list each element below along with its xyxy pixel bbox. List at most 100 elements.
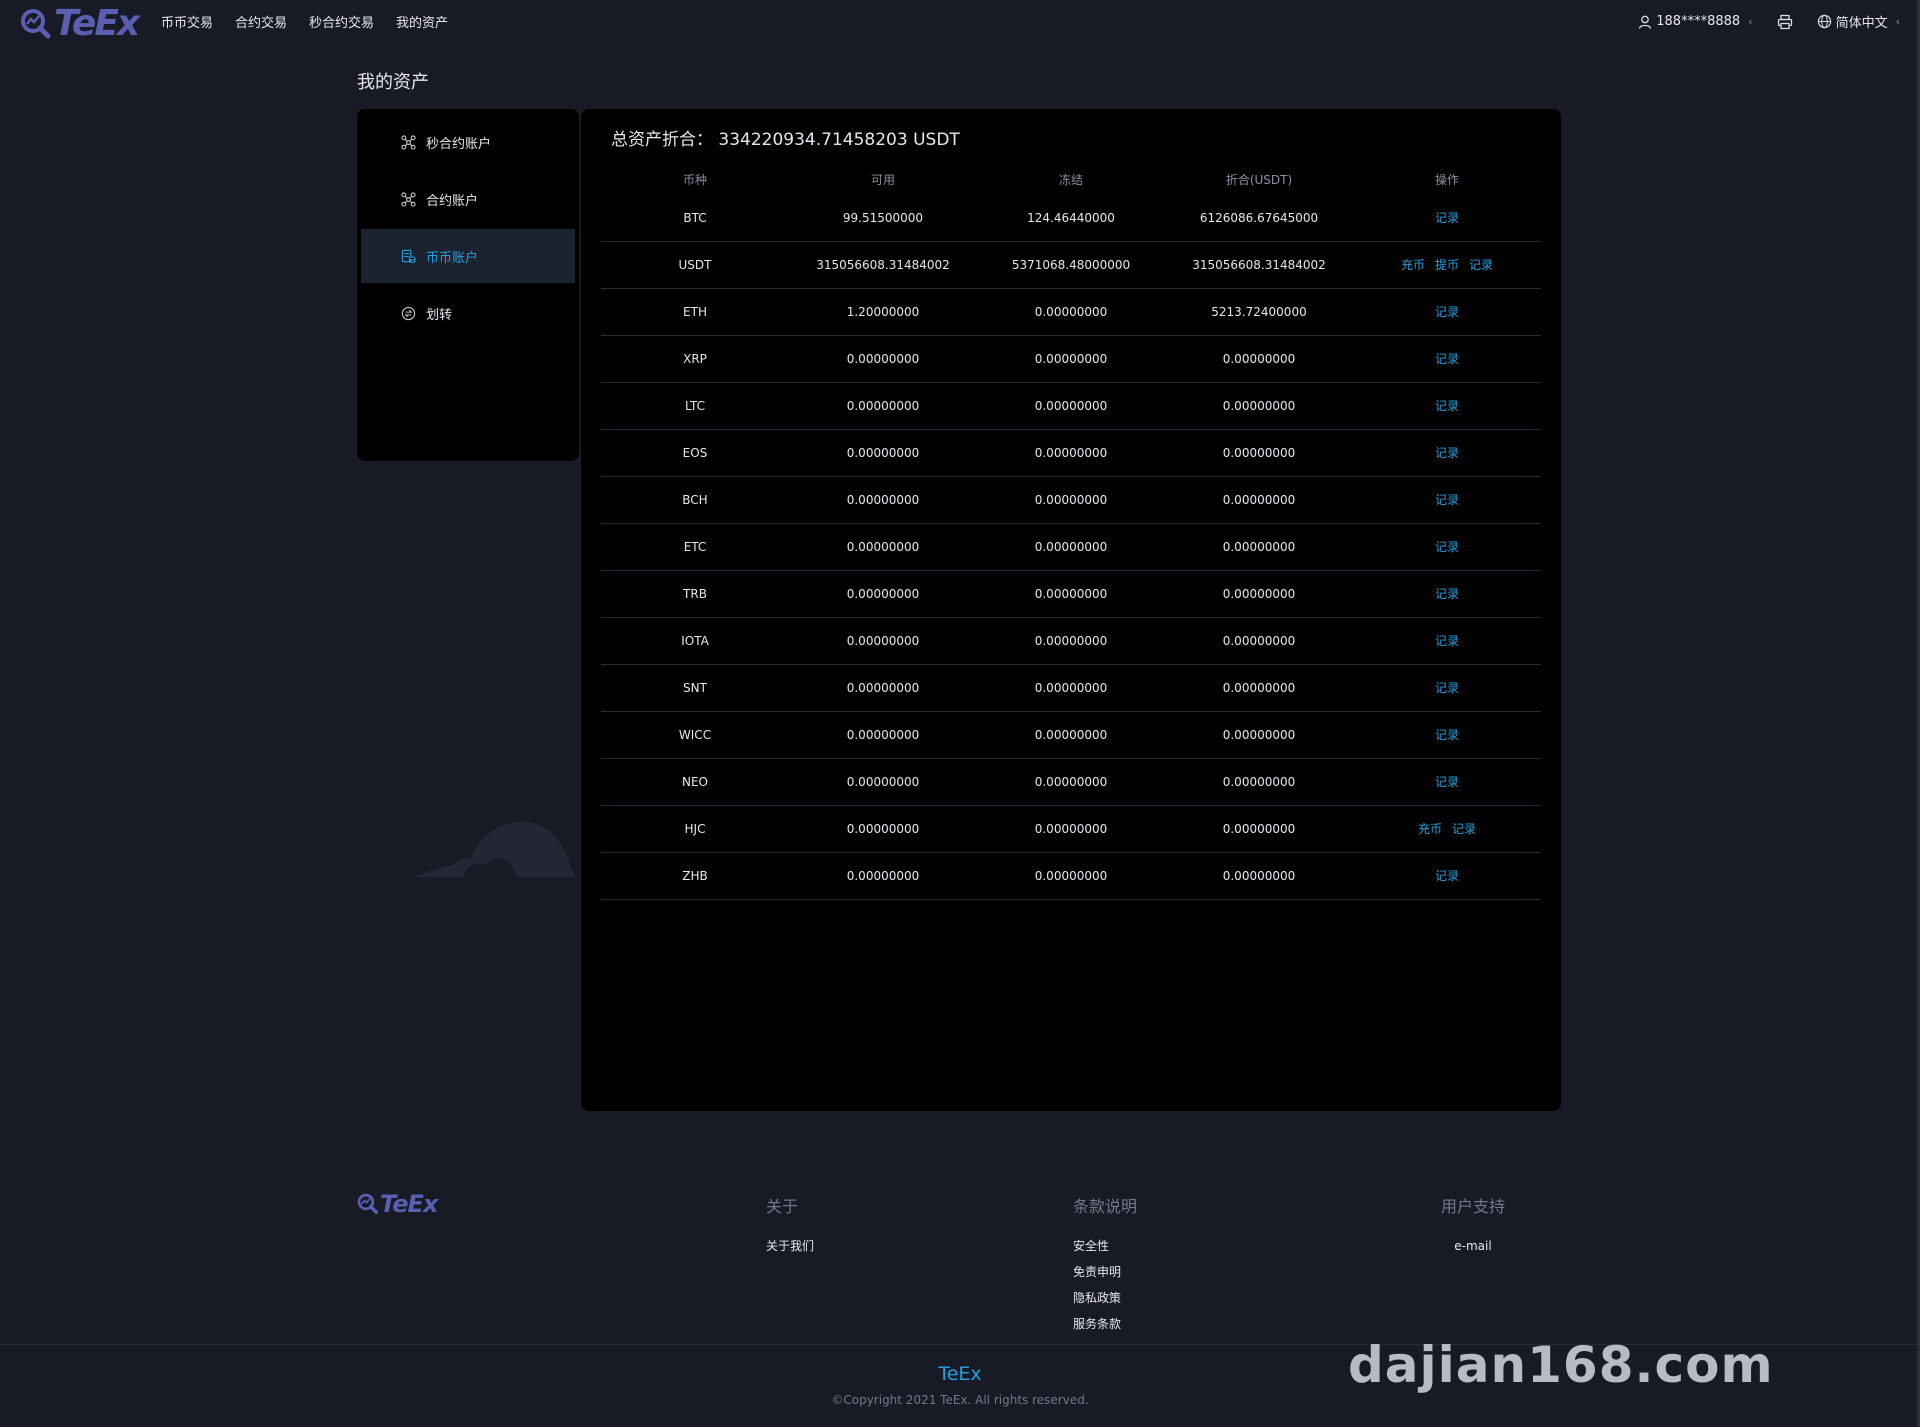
cell-available: 99.51500000 [789, 195, 977, 242]
printer-icon [1777, 14, 1792, 29]
language-selector[interactable]: 简体中文 ‹ [1817, 12, 1900, 31]
page-title: 我的资产 [357, 72, 429, 93]
total-assets-label: 总资产折合： [611, 130, 713, 150]
nav-my-assets[interactable]: 我的资产 [396, 14, 448, 34]
sidebar-item-label: 划转 [426, 307, 453, 323]
cell-frozen: 0.00000000 [977, 852, 1165, 900]
account-sidebar: 秒合约账户 合约账户 币币账户 划转 [357, 109, 579, 461]
footer-column-title: 用户支持 [1440, 1197, 1505, 1216]
download-app-button[interactable] [1777, 14, 1793, 30]
sidebar-item-label: 秒合约账户 [426, 136, 492, 152]
footer-column-about: 关于 关于我们 [766, 1193, 814, 1259]
cell-frozen: 0.00000000 [977, 523, 1165, 571]
record-link[interactable]: 记录 [1435, 305, 1459, 319]
cell-actions: 记录 [1353, 382, 1541, 430]
cell-coin: WICC [601, 711, 789, 759]
globe-icon [1817, 14, 1831, 29]
record-link[interactable]: 记录 [1435, 634, 1459, 648]
table-row: ZHB 0.00000000 0.00000000 0.00000000 记录 [601, 852, 1541, 900]
user-account-label: 188****8888 [1656, 14, 1741, 29]
cell-available: 0.00000000 [789, 758, 977, 806]
deposit-link[interactable]: 充币 [1418, 822, 1442, 836]
record-link[interactable]: 记录 [1435, 540, 1459, 554]
transfer-icon [401, 306, 416, 320]
record-link[interactable]: 记录 [1435, 399, 1459, 413]
footer-column-support: 用户支持 e-mail [1438, 1193, 1508, 1259]
cell-coin: EOS [601, 429, 789, 477]
footer-link-security[interactable]: 安全性 [1073, 1233, 1137, 1259]
sidebar-item-spot-account[interactable]: 币币账户 [361, 229, 575, 283]
cell-available: 0.00000000 [789, 382, 977, 430]
cell-available: 0.00000000 [789, 335, 977, 383]
record-link[interactable]: 记录 [1435, 869, 1459, 883]
header-actions: 188****8888 ‹ 简体中文 ‹ [1638, 12, 1900, 31]
cell-available: 315056608.31484002 [789, 241, 977, 289]
footer-link-privacy-policy[interactable]: 隐私政策 [1073, 1285, 1137, 1311]
withdraw-link[interactable]: 提币 [1435, 258, 1459, 272]
record-link[interactable]: 记录 [1435, 728, 1459, 742]
asset-table-body: BTC 99.51500000 124.46440000 6126086.676450… [601, 195, 1541, 900]
cell-frozen: 0.00000000 [977, 335, 1165, 383]
sidebar-item-contract-account[interactable]: 合约账户 [361, 172, 575, 226]
cell-usdt: 0.00000000 [1165, 429, 1353, 477]
cell-frozen: 0.00000000 [977, 805, 1165, 853]
cell-coin: ETH [601, 288, 789, 336]
cell-frozen: 5371068.48000000 [977, 241, 1165, 289]
decorative-shape [415, 821, 575, 877]
record-link[interactable]: 记录 [1435, 775, 1459, 789]
cell-available: 0.00000000 [789, 617, 977, 665]
table-row: USDT 315056608.31484002 5371068.48000000 31… [601, 241, 1541, 289]
cell-frozen: 0.00000000 [977, 429, 1165, 477]
record-link[interactable]: 记录 [1452, 822, 1476, 836]
user-menu[interactable]: 188****8888 ‹ [1638, 14, 1753, 29]
cell-frozen: 0.00000000 [977, 382, 1165, 430]
cell-actions: 记录 [1353, 758, 1541, 806]
cell-actions: 记录 [1353, 335, 1541, 383]
record-link[interactable]: 记录 [1435, 681, 1459, 695]
chevron-left-icon: ‹ [1748, 15, 1753, 28]
cell-coin: USDT [601, 241, 789, 289]
nav-second-contract-trading[interactable]: 秒合约交易 [309, 14, 374, 34]
cell-actions: 记录 [1353, 288, 1541, 336]
cell-usdt: 0.00000000 [1165, 758, 1353, 806]
cell-frozen: 0.00000000 [977, 664, 1165, 712]
cell-actions: 记录 [1353, 852, 1541, 900]
user-icon [1639, 15, 1652, 29]
cell-frozen: 0.00000000 [977, 288, 1165, 336]
footer-link-email[interactable]: e-mail [1438, 1233, 1508, 1259]
record-link[interactable]: 记录 [1469, 258, 1493, 272]
footer-link-disclaimer[interactable]: 免责申明 [1073, 1259, 1137, 1285]
deposit-link[interactable]: 充币 [1401, 258, 1425, 272]
cell-usdt: 0.00000000 [1165, 617, 1353, 665]
footer-column-terms: 条款说明 安全性 免责申明 隐私政策 服务条款 [1073, 1193, 1137, 1337]
nav-spot-trading[interactable]: 币币交易 [161, 14, 213, 34]
cell-coin: NEO [601, 758, 789, 806]
footer-link-about-us[interactable]: 关于我们 [766, 1233, 814, 1259]
table-row: TRB 0.00000000 0.00000000 0.00000000 记录 [601, 570, 1541, 618]
record-link[interactable]: 记录 [1435, 211, 1459, 225]
sidebar-item-second-contract-account[interactable]: 秒合约账户 [361, 115, 575, 169]
cell-actions: 充币 记录 [1353, 805, 1541, 853]
brand-logo[interactable]: TeEx [20, 6, 140, 42]
footer-logo[interactable]: TeEx [357, 1190, 438, 1218]
table-row: BCH 0.00000000 0.00000000 0.00000000 记录 [601, 476, 1541, 524]
cell-coin: BTC [601, 195, 789, 242]
table-row: WICC 0.00000000 0.00000000 0.00000000 记录 [601, 711, 1541, 759]
cell-coin: HJC [601, 805, 789, 853]
table-row: ETC 0.00000000 0.00000000 0.00000000 记录 [601, 523, 1541, 571]
cell-available: 1.20000000 [789, 288, 977, 336]
record-link[interactable]: 记录 [1435, 493, 1459, 507]
footer-column-title: 关于 [766, 1197, 799, 1216]
cell-usdt: 0.00000000 [1165, 805, 1353, 853]
record-link[interactable]: 记录 [1435, 587, 1459, 601]
sidebar-item-transfer[interactable]: 划转 [361, 286, 575, 340]
cell-usdt: 315056608.31484002 [1165, 241, 1353, 289]
nav-contract-trading[interactable]: 合约交易 [235, 14, 287, 34]
record-link[interactable]: 记录 [1435, 446, 1459, 460]
cell-coin: SNT [601, 664, 789, 712]
network-icon [401, 191, 416, 207]
footer-link-terms-of-service[interactable]: 服务条款 [1073, 1311, 1137, 1337]
cell-coin: LTC [601, 382, 789, 430]
wallet-icon [401, 249, 416, 263]
record-link[interactable]: 记录 [1435, 352, 1459, 366]
